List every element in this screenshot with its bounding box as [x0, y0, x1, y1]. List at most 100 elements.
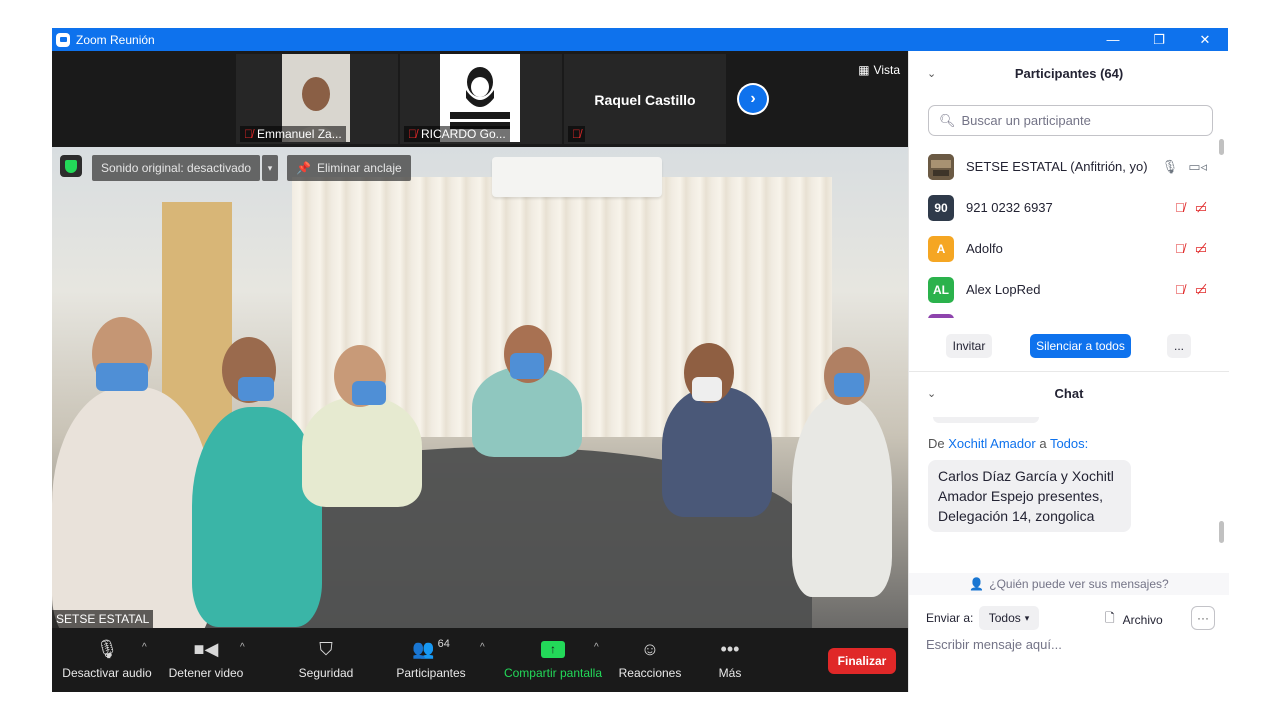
restore-button[interactable]: ❐ [1136, 28, 1182, 51]
mic-muted-icon: 🎙̸ [244, 127, 253, 141]
avatar [928, 153, 954, 180]
zoom-logo-icon [56, 32, 70, 47]
chat-message-bubble: Carlos Díaz García y Xochitl Amador Espe… [928, 460, 1131, 532]
video-off-icon[interactable]: ▭̸ [1195, 282, 1207, 298]
person [662, 387, 772, 517]
participants-options-caret[interactable]: ^ [480, 642, 485, 653]
share-screen-button[interactable]: ↑ Compartir pantalla [500, 636, 606, 680]
chevron-down-icon: ▾ [267, 162, 273, 173]
next-page-button[interactable]: › [737, 83, 769, 115]
participant-thumbnail[interactable]: 🎙̸ RICARDO Go... [400, 54, 562, 144]
person [52, 387, 212, 628]
emoji-icon: ☺ [640, 638, 660, 659]
participant-row[interactable]: A Adolfo 🎙̸ ▭̸ [909, 228, 1229, 269]
send-to-dropdown[interactable]: Todos ▾ [979, 606, 1039, 630]
collapse-chevron-icon[interactable]: ⌄ [927, 387, 936, 400]
video-camera-icon: ■◀ [193, 638, 219, 659]
file-button[interactable]: 🗋 Archivo [1105, 609, 1163, 630]
original-sound-dropdown[interactable]: ▾ [262, 155, 278, 181]
participant-name-tag: 🎙̸ [568, 126, 585, 142]
invite-button[interactable]: Invitar [946, 334, 992, 358]
original-sound-toggle[interactable]: Sonido original: desactivado [92, 155, 261, 181]
participant-row[interactable]: SETSE ESTATAL (Anfitrión, yo) 🎙 ▭◃ [909, 146, 1229, 187]
participants-icon: 👥 64 [412, 638, 450, 659]
participant-name-tag: 🎙̸ RICARDO Go... [404, 126, 510, 142]
search-icon: 🔍︎ [939, 112, 956, 128]
mic-muted-icon: 🎙̸ [572, 127, 581, 141]
participants-scrollbar[interactable] [1219, 139, 1224, 155]
participant-thumbnail[interactable]: Raquel Castillo 🎙̸ [564, 54, 726, 144]
message-sender-line: De Xochitl Amador a Todos: [928, 436, 1089, 451]
face-mask [692, 377, 722, 401]
close-button[interactable]: ✕ [1182, 28, 1228, 51]
air-conditioner [492, 157, 662, 197]
file-icon: 🗋 [1105, 611, 1115, 625]
share-arrow-icon: ↑ [541, 640, 565, 658]
unpin-button[interactable]: 📌 Eliminar anclaje [287, 155, 411, 181]
chevron-down-icon: ▾ [1024, 612, 1030, 623]
mute-audio-button[interactable]: 🎙 Desactivar audio [62, 636, 152, 681]
chat-more-button[interactable]: ··· [1191, 606, 1215, 630]
avatar [928, 314, 954, 318]
microphone-icon[interactable]: 🎙 [1162, 159, 1179, 175]
participant-row[interactable] [909, 310, 1229, 318]
avatar: AL [928, 276, 954, 303]
video-camera-icon[interactable]: ▭◃ [1188, 159, 1207, 175]
ellipsis-icon: ··· [1197, 611, 1209, 625]
side-panel: ⌄ Participantes (64) 🔍︎ Buscar un partic… [908, 51, 1229, 692]
sender-name[interactable]: Xochitl Amador [948, 436, 1035, 451]
participants-actions: Invitar Silenciar a todos ... [909, 334, 1229, 358]
recipient-name: Todos: [1049, 436, 1089, 451]
participant-row[interactable]: 90 921 0232 6937 🎙̸ ▭̸ [909, 187, 1229, 228]
video-off-icon[interactable]: ▭̸ [1195, 200, 1207, 216]
chat-message-input[interactable]: Escribir mensaje aquí... [926, 637, 1062, 652]
participants-header: ⌄ Participantes (64) [927, 65, 1124, 81]
microphone-icon: 🎙 [95, 638, 119, 659]
person [302, 397, 422, 507]
zoom-window: Zoom Reunión — ❐ ✕ 🎙̸ Emmanuel Za... 🎙̸ … [52, 28, 1229, 692]
divider [909, 371, 1229, 372]
meeting-toolbar: 🎙 Desactivar audio ^ ■◀ Detener video ^ … [52, 628, 908, 692]
chevron-right-icon: › [739, 85, 767, 113]
person [792, 397, 892, 597]
face-mask [238, 377, 274, 401]
video-off-icon[interactable]: ▭̸ [1195, 241, 1207, 257]
share-options-caret[interactable]: ^ [594, 642, 599, 653]
face-mask [510, 353, 544, 379]
collapse-chevron-icon[interactable]: ⌄ [927, 67, 936, 80]
participants-button[interactable]: 👥 64 Participantes [392, 636, 470, 680]
encryption-shield-icon[interactable] [60, 155, 82, 177]
participant-thumbnail[interactable]: 🎙̸ Emmanuel Za... [236, 54, 398, 144]
chat-scrollbar[interactable] [1219, 521, 1224, 543]
mic-muted-icon[interactable]: 🎙̸ [1175, 282, 1185, 298]
participants-count: 64 [437, 638, 450, 650]
mic-muted-icon[interactable]: 🎙̸ [1175, 200, 1185, 216]
window-controls: — ❐ ✕ [1090, 28, 1228, 51]
reactions-button[interactable]: ☺ Reacciones [618, 636, 682, 681]
minimize-button[interactable]: — [1090, 28, 1136, 51]
video-options-caret[interactable]: ^ [240, 642, 245, 653]
view-button[interactable]: ▦ Vista [858, 63, 900, 77]
mute-all-button[interactable]: Silenciar a todos [1030, 334, 1131, 358]
stop-video-button[interactable]: ■◀ Detener video [168, 636, 244, 681]
more-button[interactable]: ••• Más [712, 636, 748, 681]
grid-icon: ▦ [858, 63, 870, 77]
mic-muted-icon[interactable]: 🎙̸ [1175, 241, 1185, 257]
face-mask [352, 381, 386, 405]
security-button[interactable]: ⛉ Seguridad [292, 636, 360, 681]
chat-header: ⌄ Chat [927, 385, 1084, 401]
face-mask [96, 363, 148, 391]
who-can-see-link[interactable]: 👤 ¿Quién puede ver sus mensajes? [909, 573, 1229, 595]
ellipsis-icon: ••• [720, 638, 740, 659]
shield-icon: ⛉ [319, 638, 333, 659]
audio-options-caret[interactable]: ^ [142, 642, 147, 653]
chat-messages: De Xochitl Amador a Todos: Carlos Díaz G… [909, 417, 1229, 572]
thumbnail-strip: 🎙̸ Emmanuel Za... 🎙̸ RICARDO Go... Raque… [52, 51, 908, 147]
window-title: Zoom Reunión [76, 32, 155, 47]
end-meeting-button[interactable]: Finalizar [828, 648, 896, 674]
participant-row[interactable]: AL Alex LopRed 🎙̸ ▭̸ [909, 269, 1229, 310]
participants-more-button[interactable]: ... [1167, 334, 1191, 358]
mic-muted-icon: 🎙̸ [408, 127, 417, 141]
participant-search-input[interactable]: 🔍︎ Buscar un participante [928, 105, 1213, 136]
speaker-name-tag: SETSE ESTATAL [52, 610, 154, 628]
